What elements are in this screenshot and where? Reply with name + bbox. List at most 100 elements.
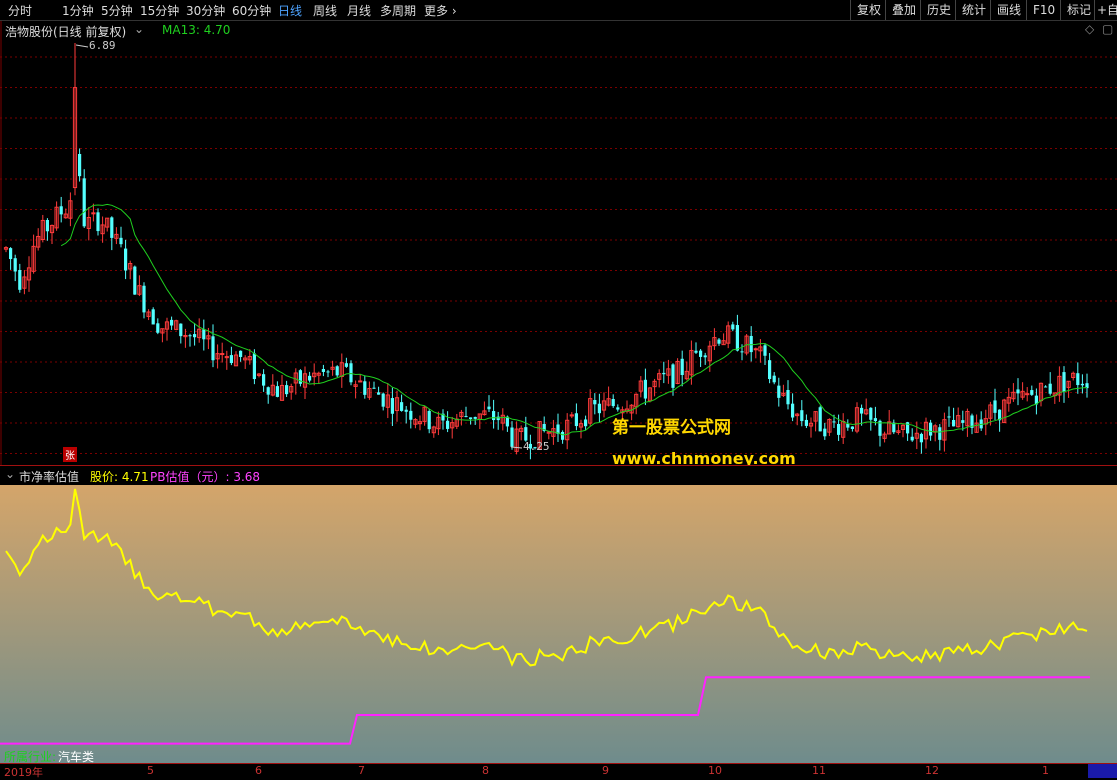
candle-body bbox=[561, 431, 565, 440]
more-label: 更多 bbox=[424, 4, 449, 18]
xaxis-label: 7 bbox=[358, 764, 365, 777]
close-panel-icon[interactable]: ▢ bbox=[1102, 22, 1113, 36]
stats-button[interactable]: 统计 bbox=[955, 0, 992, 20]
candle-body bbox=[400, 402, 404, 411]
candle-body bbox=[110, 217, 114, 238]
candle-body bbox=[404, 409, 408, 412]
high-price-label: 6.89 bbox=[89, 39, 116, 52]
candle-body bbox=[524, 427, 528, 441]
candle-body bbox=[326, 371, 330, 373]
xaxis-label: 9 bbox=[602, 764, 609, 777]
candle-body bbox=[510, 427, 514, 447]
candle-body bbox=[321, 369, 325, 372]
draw-button[interactable]: 画线 bbox=[990, 0, 1027, 20]
period-tab-fenshi[interactable]: 分时 bbox=[8, 2, 32, 19]
period-toolbar: 分时 1分钟 5分钟 15分钟 30分钟 60分钟 日线 周线 月线 多周期 更… bbox=[0, 0, 1117, 21]
adjust-button[interactable]: 复权 bbox=[850, 0, 887, 20]
xaxis-label: 2019年 bbox=[4, 766, 43, 779]
candle-body bbox=[91, 212, 96, 215]
candle-body bbox=[791, 403, 795, 418]
candle-body bbox=[947, 416, 951, 418]
scroll-handle[interactable] bbox=[1088, 764, 1117, 778]
candle-body bbox=[229, 355, 233, 364]
period-tab-more[interactable]: 更多 › bbox=[424, 2, 457, 19]
candle-body bbox=[837, 424, 841, 435]
candle-body bbox=[156, 323, 160, 333]
candle-body bbox=[377, 392, 381, 395]
candle-body bbox=[464, 416, 468, 418]
candle-body bbox=[409, 410, 413, 420]
candle-body bbox=[1030, 390, 1034, 395]
candle-body bbox=[952, 419, 956, 427]
candle-body bbox=[308, 375, 312, 381]
candle-body bbox=[285, 385, 289, 395]
candle-body bbox=[777, 385, 781, 398]
period-tab-5min[interactable]: 5分钟 bbox=[101, 2, 133, 19]
candle-body bbox=[1080, 383, 1084, 386]
candle-body bbox=[869, 407, 873, 420]
candle-body bbox=[1044, 386, 1048, 388]
date-axis: 2019年 5 6 7 8 9 10 11 12 1 bbox=[0, 763, 1117, 779]
candle-body bbox=[358, 380, 363, 383]
candle-body bbox=[142, 285, 146, 313]
candle-body bbox=[873, 418, 877, 422]
chevron-down-icon[interactable]: ⌄ bbox=[5, 467, 15, 481]
period-tab-60min[interactable]: 60分钟 bbox=[232, 2, 271, 19]
candle-body bbox=[1025, 393, 1030, 396]
custom-button[interactable]: +自 bbox=[1094, 0, 1117, 20]
xaxis-label: 6 bbox=[255, 764, 262, 777]
price-readout: 股价: 4.71 bbox=[90, 470, 149, 484]
period-tab-monthly[interactable]: 月线 bbox=[347, 2, 371, 19]
candle-body bbox=[749, 335, 753, 353]
candle-body bbox=[372, 387, 376, 389]
candle-body bbox=[823, 428, 827, 437]
candle-body bbox=[170, 319, 174, 326]
xaxis-label: 1 bbox=[1042, 764, 1049, 777]
candle-body bbox=[381, 393, 385, 407]
candle-body bbox=[487, 406, 491, 410]
pb-svg bbox=[0, 485, 1117, 763]
period-tab-multi[interactable]: 多周期 bbox=[380, 2, 416, 19]
candle-body bbox=[800, 410, 804, 422]
candle-body bbox=[1076, 373, 1080, 386]
candle-body bbox=[179, 323, 183, 337]
candle-body bbox=[9, 248, 13, 260]
period-tab-30min[interactable]: 30分钟 bbox=[186, 2, 225, 19]
f10-button[interactable]: F10 bbox=[1026, 0, 1061, 20]
candle-body bbox=[349, 363, 353, 383]
candle-body bbox=[275, 386, 279, 397]
period-tab-daily[interactable]: 日线 bbox=[278, 2, 302, 19]
candle-body bbox=[202, 329, 206, 340]
candle-body bbox=[496, 416, 500, 421]
indicator-header: ⌄ 市净率估值 股价: 4.71 PB估值（元）: 3.68 bbox=[0, 465, 1117, 486]
candle-body bbox=[344, 363, 348, 367]
candle-body bbox=[593, 400, 597, 405]
candle-body bbox=[220, 353, 225, 356]
kline-chart[interactable]: 浩物股份(日线 前复权) ⌄ MA13: 4.70 ◇ ▢ 6.89 4.25 … bbox=[0, 21, 1117, 468]
low-price-label: 4.25 bbox=[523, 440, 550, 453]
candle-body bbox=[469, 417, 473, 420]
candle-body bbox=[731, 324, 735, 330]
mark-button[interactable]: 标记 bbox=[1060, 0, 1097, 20]
candle-body bbox=[59, 206, 63, 215]
xaxis-label: 12 bbox=[925, 764, 939, 777]
candle-body bbox=[193, 334, 197, 338]
ma13-line bbox=[60, 203, 1088, 436]
candle-body bbox=[611, 398, 615, 407]
candle-body bbox=[151, 309, 155, 325]
history-button[interactable]: 历史 bbox=[920, 0, 957, 20]
period-tab-weekly[interactable]: 周线 bbox=[313, 2, 337, 19]
pb-valuation-chart[interactable]: 所属行业: 汽车类 bbox=[0, 485, 1117, 764]
overlay-button[interactable]: 叠加 bbox=[885, 0, 922, 20]
diamond-icon[interactable]: ◇ bbox=[1085, 22, 1094, 36]
candle-body bbox=[616, 407, 620, 410]
candle-body bbox=[133, 266, 137, 295]
pb-readout: PB估值（元）: 3.68 bbox=[150, 470, 261, 484]
xaxis-label: 10 bbox=[708, 764, 722, 777]
xaxis-label: 8 bbox=[482, 764, 489, 777]
chevron-down-icon[interactable]: ⌄ bbox=[134, 22, 144, 36]
period-tab-1min[interactable]: 1分钟 bbox=[62, 2, 94, 19]
xaxis-label: 5 bbox=[147, 764, 154, 777]
period-tab-15min[interactable]: 15分钟 bbox=[140, 2, 179, 19]
candle-body bbox=[786, 389, 790, 405]
